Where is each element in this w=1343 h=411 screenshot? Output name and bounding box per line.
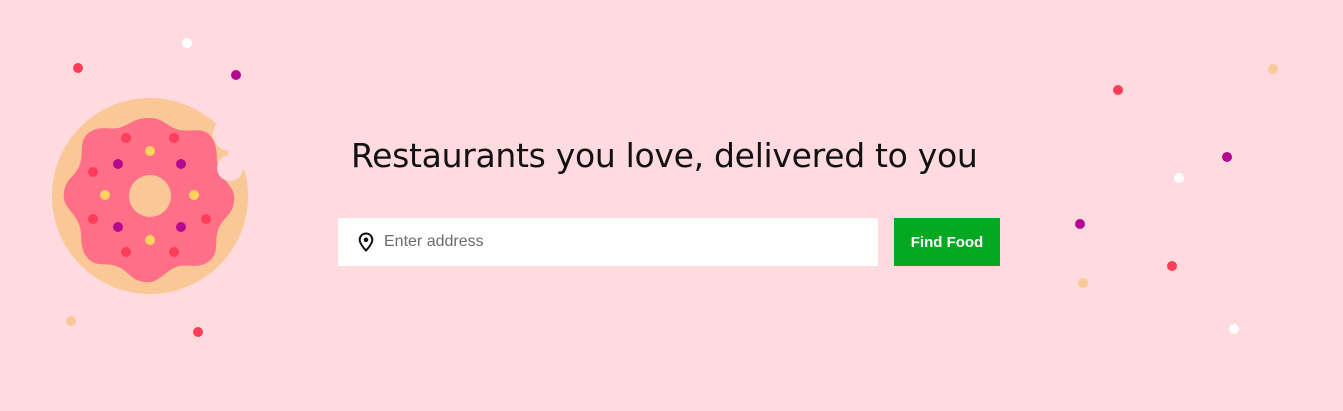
confetti-dot <box>1113 85 1123 95</box>
confetti-dot <box>1229 324 1239 334</box>
location-pin-icon <box>358 232 374 252</box>
confetti-dot <box>1268 64 1278 74</box>
confetti-dot <box>1174 173 1184 183</box>
donut-illustration <box>52 98 260 294</box>
address-field[interactable] <box>338 218 878 266</box>
confetti-dot <box>1075 219 1085 229</box>
find-food-button[interactable]: Find Food <box>894 218 1000 266</box>
address-input[interactable] <box>384 218 864 266</box>
hero-banner: Restaurants you love, delivered to you F… <box>0 0 1343 411</box>
hero-headline: Restaurants you love, delivered to you <box>351 136 978 175</box>
confetti-dot <box>231 70 241 80</box>
confetti-dot <box>193 327 203 337</box>
confetti-dot <box>1078 278 1088 288</box>
confetti-dot <box>1167 261 1177 271</box>
address-search-form: Find Food <box>338 218 1000 266</box>
confetti-dot <box>73 63 83 73</box>
confetti-dot <box>182 38 192 48</box>
confetti-dot <box>1222 152 1232 162</box>
confetti-dot <box>66 316 76 326</box>
